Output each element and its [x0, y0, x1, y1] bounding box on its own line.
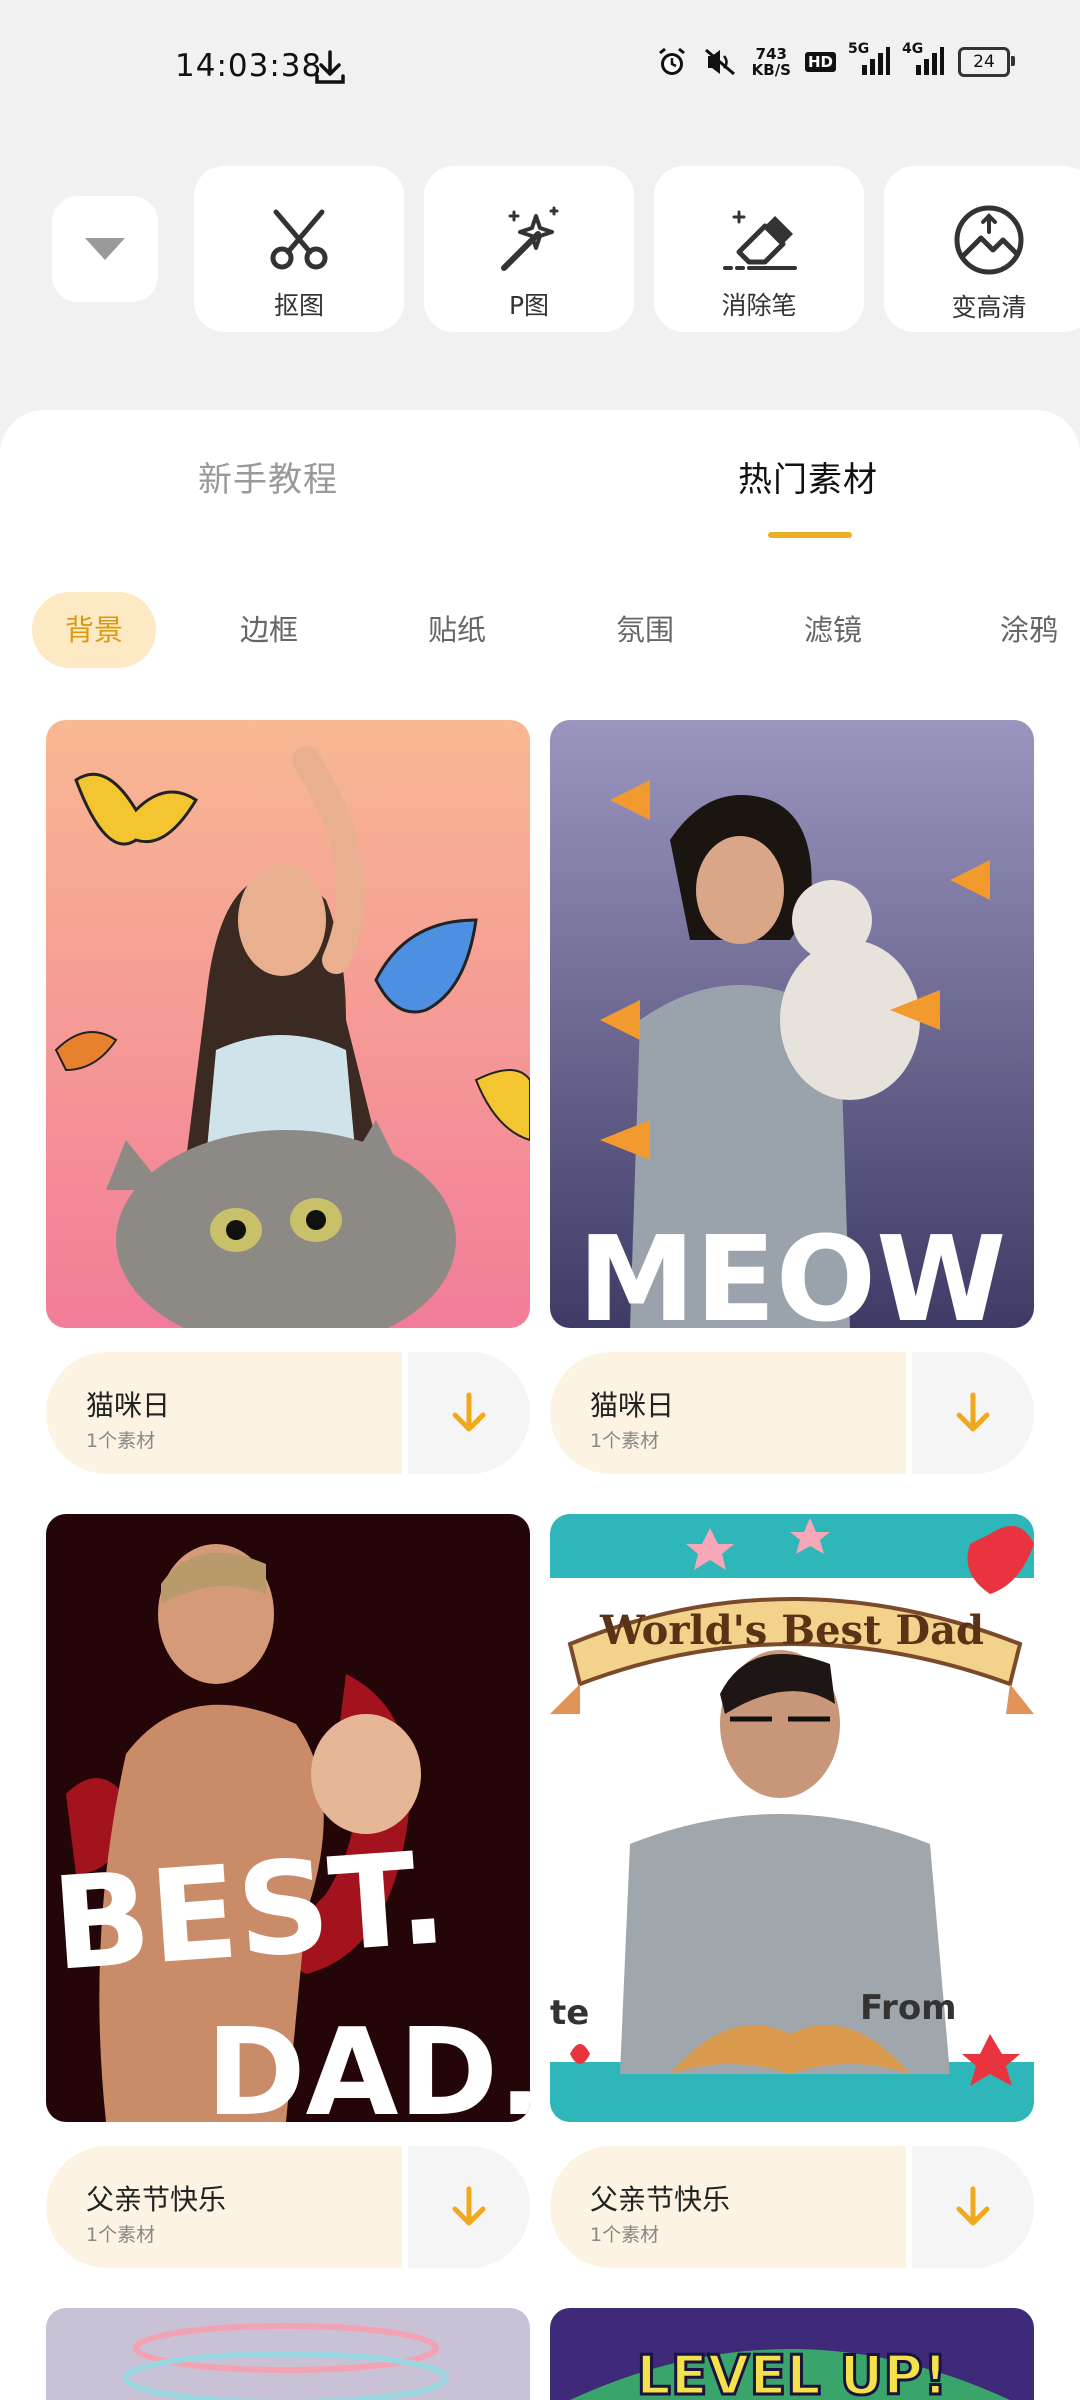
net-speed-value: 743 — [755, 45, 787, 63]
card-title: 猫咪日 — [590, 1389, 675, 1422]
card-info: 父亲节快乐 1个素材 — [550, 2146, 1034, 2268]
hd-badge: HD — [804, 52, 836, 72]
download-arrow-icon — [956, 2186, 990, 2226]
card-info: 猫咪日 1个素材 — [46, 1352, 530, 1474]
tool-photo-edit[interactable]: P图 — [424, 166, 634, 332]
download-arrow-icon — [956, 1392, 990, 1432]
card-title: 猫咪日 — [86, 1389, 171, 1422]
card-thumbnail[interactable] — [46, 720, 530, 1328]
tool-row: 抠图 P图 消除笔 变高清 — [0, 166, 1080, 336]
dad-overlay-text: DAD. — [206, 2004, 530, 2122]
tab-bar: 新手教程 热门素材 — [0, 410, 1080, 540]
card-thumbnail[interactable]: LEVEL UP! — [550, 2308, 1034, 2400]
net-speed: 743 KB/S — [752, 46, 791, 78]
download-button[interactable] — [906, 1352, 1034, 1474]
signal-4g-icon: 4G — [902, 41, 944, 77]
card-line-left-text: te — [550, 1993, 589, 2033]
download-arrow-icon — [452, 2186, 486, 2226]
tool-cutout[interactable]: 抠图 — [194, 166, 404, 332]
chip-doodle[interactable]: 涂鸦 — [1000, 592, 1058, 668]
download-button[interactable] — [906, 2146, 1034, 2268]
signal-4g-label: 4G — [902, 41, 924, 57]
content-sheet: 新手教程 热门素材 背景 边框 贴纸 氛围 滤镜 涂鸦 猫咪日 1个素材 MEO… — [0, 410, 1080, 2400]
card-subtitle: 1个素材 — [86, 2224, 156, 2246]
chevron-down-icon — [85, 238, 125, 260]
best-overlay-text: BEST. — [48, 1824, 451, 2000]
tool-eraser[interactable]: 消除笔 — [654, 166, 864, 332]
enhance-icon — [954, 205, 1024, 275]
mute-icon — [702, 46, 738, 78]
chip-frame[interactable]: 边框 — [240, 592, 298, 668]
signal-5g-icon: 5G — [848, 41, 890, 77]
card-info: 猫咪日 1个素材 — [550, 1352, 1034, 1474]
battery-icon: 24 — [958, 47, 1015, 77]
download-button[interactable] — [402, 2146, 530, 2268]
card-thumbnail[interactable]: BEST. DAD. — [46, 1514, 530, 2122]
card-subtitle: 1个素材 — [86, 1430, 156, 1452]
magic-wand-icon — [501, 206, 559, 271]
expand-tools-button[interactable] — [52, 196, 158, 302]
net-speed-unit: KB/S — [751, 61, 791, 79]
card-subtitle: 1个素材 — [590, 2224, 660, 2246]
card-thumbnail[interactable]: MEOW — [550, 720, 1034, 1328]
eraser-icon — [723, 210, 797, 270]
tool-enhance-label: 变高清 — [951, 293, 1027, 322]
card-thumbnail[interactable]: World's Best Dad te From — [550, 1514, 1034, 2122]
tool-eraser-label: 消除笔 — [721, 291, 797, 320]
status-bar: 14:03:38 743 KB/S HD 5G 4G 24 — [0, 0, 1080, 140]
download-arrow-icon — [452, 1392, 486, 1432]
card-line-right-text: From — [860, 1988, 957, 2028]
chip-atmosphere[interactable]: 氛围 — [616, 592, 674, 668]
download-button[interactable] — [402, 1352, 530, 1474]
tool-enhance[interactable]: 变高清 — [884, 166, 1080, 332]
chip-sticker[interactable]: 贴纸 — [428, 592, 486, 668]
alarm-icon — [656, 46, 688, 78]
download-status-icon — [315, 50, 345, 84]
active-tab-indicator — [768, 532, 852, 538]
card-title: 父亲节快乐 — [590, 2183, 731, 2216]
status-time: 14:03:38 — [175, 48, 323, 84]
scissors-icon — [270, 209, 328, 270]
signal-5g-label: 5G — [848, 41, 870, 57]
tab-tutorials[interactable]: 新手教程 — [198, 452, 338, 501]
level-up-text: LEVEL UP! — [636, 2344, 947, 2400]
chip-filter[interactable]: 滤镜 — [804, 592, 862, 668]
card-subtitle: 1个素材 — [590, 1430, 660, 1452]
worlds-best-dad-text: World's Best Dad — [599, 1607, 984, 1654]
meow-overlay-text: MEOW — [578, 1210, 1007, 1328]
tool-cutout-label: 抠图 — [273, 291, 324, 320]
card-title: 父亲节快乐 — [86, 2183, 227, 2216]
tab-hot-materials[interactable]: 热门素材 — [738, 452, 878, 501]
tool-photo-edit-label: P图 — [508, 291, 550, 320]
category-chips: 背景 边框 贴纸 氛围 滤镜 涂鸦 — [0, 592, 1080, 672]
card-thumbnail[interactable] — [46, 2308, 530, 2400]
card-info: 父亲节快乐 1个素材 — [46, 2146, 530, 2268]
chip-background[interactable]: 背景 — [32, 592, 156, 668]
